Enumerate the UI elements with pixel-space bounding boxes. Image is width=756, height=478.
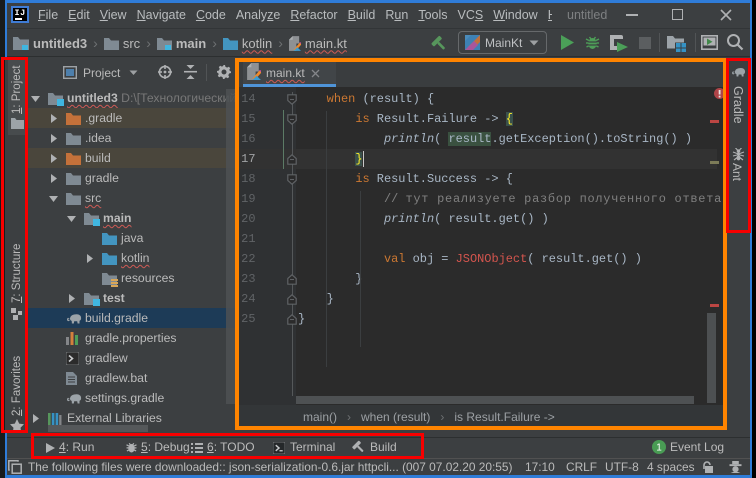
svg-text:1: 1 [656,443,662,454]
